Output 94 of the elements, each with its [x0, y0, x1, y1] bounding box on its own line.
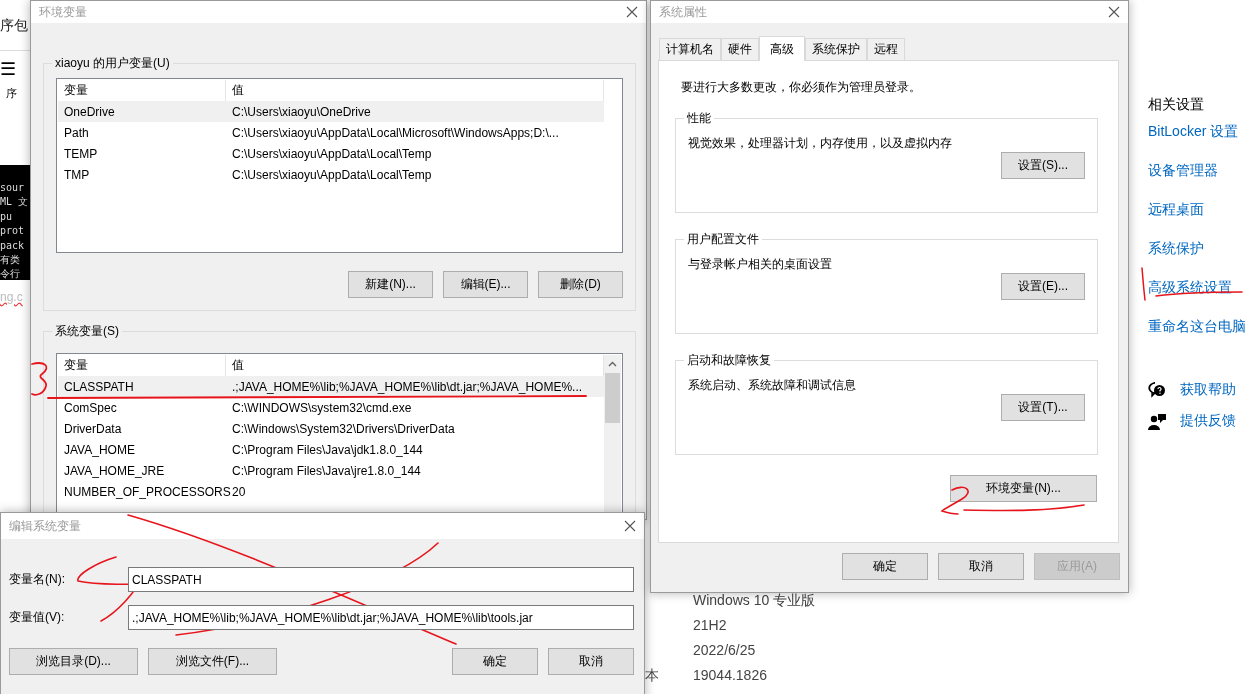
variable-name: TEMP [63, 146, 99, 161]
list-row[interactable]: JAVA_HOME_JRE C:\Program Files\Java\jre1.8.0_144 [58, 460, 604, 481]
console-line: sour [0, 181, 25, 195]
group-description: 与登录帐户相关的桌面设置 [688, 256, 833, 273]
settings-button[interactable]: 设置(E)... [1001, 273, 1085, 300]
dialog-button[interactable]: 确定 [452, 648, 538, 675]
settings-link[interactable]: 设备管理器 [1148, 161, 1218, 180]
settings-button[interactable]: 设置(S)... [1001, 152, 1085, 179]
console-line: ML 文 [0, 195, 29, 210]
list-row[interactable]: TMP C:\Users\xiaoyu\AppData\Local\Temp [58, 164, 604, 185]
settings-link[interactable]: 远程桌面 [1148, 200, 1204, 219]
settings-link[interactable]: 重命名这台电脑 [1148, 317, 1246, 336]
field-label: 变量值(V): [9, 609, 66, 626]
environment-variables-button[interactable]: 环境变量(N)... [950, 475, 1097, 502]
variable-name: Path [63, 125, 90, 140]
dialog-button[interactable]: 取消 [548, 648, 634, 675]
list-row[interactable]: OneDrive C:\Users\xiaoyu\OneDrive [58, 101, 604, 122]
tab[interactable]: 高级 [759, 36, 805, 61]
window-title: 环境变量 [39, 3, 87, 21]
variable-value: .;JAVA_HOME%\lib;%JAVA_HOME%\lib\dt.jar;%JAVA_HOME%... [231, 379, 584, 394]
list-row[interactable]: TEMP C:\Users\xiaoyu\AppData\Local\Temp [58, 143, 604, 164]
console-line: pack [0, 238, 25, 253]
dialog-button[interactable]: 新建(N)... [348, 271, 433, 298]
help-link[interactable]: 提供反馈 [1180, 412, 1236, 430]
settings-link[interactable]: 系统保护 [1148, 239, 1204, 258]
group-label: 性能 [686, 110, 712, 127]
menu-label: 序 [6, 86, 17, 101]
list-row[interactable]: DriverData C:\Windows\System32\Drivers\DriverData [58, 418, 604, 439]
close-icon[interactable] [1108, 6, 1120, 18]
settings-button[interactable]: 设置(T)... [1001, 394, 1085, 421]
section-heading: 相关设置 [1148, 96, 1204, 114]
settings-link[interactable]: BitLocker 设置 [1148, 122, 1239, 141]
dialog-button[interactable]: 确定 [842, 553, 928, 580]
info-label: 本 [645, 666, 660, 685]
info-value: 21H2 [693, 616, 728, 635]
group-label: 启动和故障恢复 [686, 352, 772, 369]
list-row[interactable]: Path C:\Users\xiaoyu\AppData\Local\Microsoft\WindowsApps;D:\... [58, 122, 604, 143]
info-value: 2022/6/25 [693, 641, 757, 660]
info-value: 19044.1826 [693, 666, 768, 685]
page-title: 序包 [0, 17, 28, 35]
variable-value: C:\Users\xiaoyu\AppData\Local\Temp [231, 146, 433, 161]
browse-button[interactable]: 浏览目录(D)... [9, 648, 138, 675]
variable-value: C:\Program Files\Java\jre1.8.0_144 [231, 463, 422, 478]
info-value: Windows 10 专业版 [693, 591, 816, 610]
window-title: 系统属性 [659, 3, 707, 21]
group-label: xiaoyu 的用户变量(U) [54, 55, 171, 72]
variable-name: CLASSPATH [63, 379, 135, 394]
variable-name: DriverData [63, 421, 123, 436]
variable-value: C:\Users\xiaoyu\OneDrive [231, 104, 372, 119]
variable-value: C:\Users\xiaoyu\AppData\Local\Temp [231, 167, 433, 182]
tab[interactable]: 计算机名 [659, 38, 721, 60]
dialog-button[interactable]: 取消 [938, 553, 1024, 580]
input-field[interactable]: CLASSPATH [128, 567, 634, 592]
close-icon[interactable] [626, 6, 638, 18]
dialog-button[interactable]: 编辑(E)... [443, 271, 528, 298]
tab[interactable]: 硬件 [721, 38, 759, 60]
variable-name: JAVA_HOME_JRE [63, 463, 166, 478]
variable-name: ComSpec [63, 400, 118, 415]
scroll-thumb[interactable] [605, 373, 620, 423]
variable-value: C:\Users\xiaoyu\AppData\Local\Microsoft\WindowsApps;D:\... [231, 125, 560, 140]
field-label: 变量名(N): [9, 571, 66, 588]
help-link[interactable]: 获取帮助 [1180, 381, 1236, 399]
window-title: 编辑系统变量 [9, 517, 81, 535]
person-feedback-icon [1148, 412, 1166, 430]
group-label: 用户配置文件 [686, 231, 760, 248]
user-variables-list[interactable]: 变量 值 OneDrive C:\Users\xiaoyu\OneDrive Path C:\Users\xiaoyu\AppData\Local\Microsoft\WindowsApps;D:\... TEMP C:\Users\xiaoyu\AppData\Local\Temp TMP C:\Users\xiaoyu\AppData\Local\Temp [56, 78, 623, 253]
console-line: prot [0, 224, 25, 239]
group-description: 视觉效果，处理器计划，内存使用，以及虚拟内存 [688, 135, 953, 152]
list-row[interactable]: CLASSPATH .;JAVA_HOME%\lib;%JAVA_HOME%\lib\dt.jar;%JAVA_HOME%... [58, 376, 604, 397]
tab[interactable]: 系统保护 [805, 38, 867, 60]
group-description: 系统启动、系统故障和调试信息 [688, 377, 857, 394]
help-icon [1148, 381, 1166, 399]
variable-value: 20 [231, 484, 247, 499]
menu-icon[interactable]: ☰ [0, 58, 16, 80]
close-icon[interactable] [624, 520, 636, 532]
list-row[interactable]: ComSpec C:\WINDOWS\system32\cmd.exe [58, 397, 604, 418]
variable-name: TMP [63, 167, 91, 182]
variable-value: C:\Program Files\Java\jdk1.8.0_144 [231, 442, 424, 457]
dialog-button[interactable]: 删除(D) [538, 271, 623, 298]
variable-name: OneDrive [63, 104, 116, 119]
group-label: 系统变量(S) [54, 323, 120, 340]
variable-value: C:\Windows\System32\Drivers\DriverData [231, 421, 456, 436]
notice-text: 要进行大多数更改，你必须作为管理员登录。 [681, 79, 922, 96]
variable-value: C:\WINDOWS\system32\cmd.exe [231, 400, 413, 415]
browse-button[interactable]: 浏览文件(F)... [148, 648, 277, 675]
console-line: pu [0, 209, 13, 224]
variable-name: JAVA_HOME [63, 442, 136, 457]
list-row[interactable]: JAVA_HOME C:\Program Files\Java\jdk1.8.0_144 [58, 439, 604, 460]
console-line: 令行 [0, 267, 20, 282]
console-line: 有类 [0, 253, 20, 268]
input-field[interactable]: .;JAVA_HOME%\lib;%JAVA_HOME%\lib\dt.jar;%JAVA_HOME%\lib\tools.jar [128, 605, 634, 630]
url-text: ng.c [0, 290, 23, 304]
tab[interactable]: 远程 [867, 38, 905, 60]
list-row[interactable]: NUMBER_OF_PROCESSORS20 [58, 481, 604, 502]
